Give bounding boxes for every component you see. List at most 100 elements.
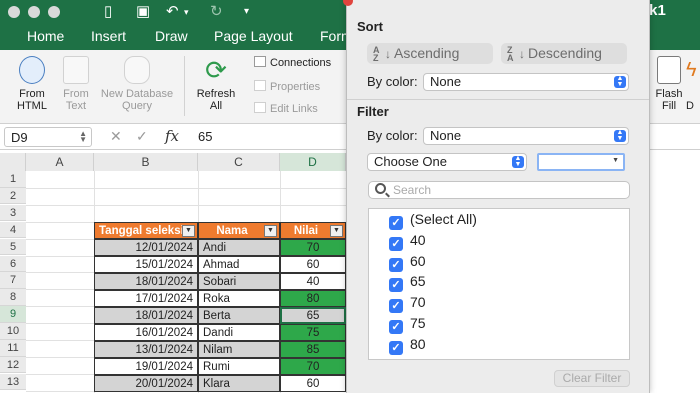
minimize-window-button[interactable] bbox=[28, 6, 40, 18]
score-cell[interactable]: 60 bbox=[280, 375, 346, 392]
header-cell-nama[interactable]: Nama ▼ bbox=[198, 222, 280, 239]
close-window-button[interactable] bbox=[8, 6, 20, 18]
date-cell[interactable]: 20/01/2024 bbox=[94, 375, 198, 392]
sort-ascending-button[interactable]: A Z ↓ Ascending bbox=[367, 43, 493, 64]
score-cell[interactable]: 70 bbox=[280, 358, 346, 375]
save-icon[interactable]: ▣ bbox=[136, 3, 150, 21]
sort-descending-button[interactable]: Z A ↓ Descending bbox=[501, 43, 627, 64]
date-cell[interactable]: 18/01/2024 bbox=[94, 307, 198, 324]
edit-links-button[interactable]: Edit Links bbox=[254, 102, 318, 115]
score-cell[interactable]: 85 bbox=[280, 341, 346, 358]
filter-value-item[interactable]: ✓ 70 bbox=[389, 293, 426, 314]
select-all-checkbox-item[interactable]: ✓ (Select All) bbox=[389, 210, 477, 230]
name-cell[interactable]: Dandi bbox=[198, 324, 280, 341]
name-box[interactable]: D9 ▲ ▼ bbox=[4, 127, 92, 147]
filter-dropdown-button[interactable]: ▼ bbox=[182, 225, 195, 237]
row-header-9[interactable]: 9 bbox=[0, 306, 26, 323]
date-cell[interactable]: 12/01/2024 bbox=[94, 239, 198, 256]
score-cell[interactable]: 75 bbox=[280, 324, 346, 341]
date-cell[interactable]: 19/01/2024 bbox=[94, 358, 198, 375]
checkbox-checked-icon[interactable]: ✓ bbox=[389, 257, 403, 272]
name-cell[interactable]: Klara bbox=[198, 375, 280, 392]
checkbox-checked-icon[interactable]: ✓ bbox=[389, 236, 403, 251]
filter-dropdown-button[interactable]: ▼ bbox=[264, 225, 277, 237]
undo-icon[interactable]: ↶ bbox=[166, 3, 179, 21]
select-all-corner[interactable] bbox=[0, 153, 26, 171]
date-cell[interactable]: 15/01/2024 bbox=[94, 256, 198, 273]
filter-value-item[interactable]: ✓85 bbox=[389, 356, 426, 359]
name-cell[interactable]: Andi bbox=[198, 239, 280, 256]
column-header-b[interactable]: B bbox=[94, 153, 198, 171]
row-header-6[interactable]: 6 bbox=[0, 255, 26, 273]
checkbox-checked-icon[interactable]: ✓ bbox=[389, 320, 403, 334]
filter-value-item[interactable]: ✓ 40 bbox=[389, 231, 426, 251]
score-cell[interactable]: 40 bbox=[280, 273, 346, 290]
score-cell[interactable]: 60 bbox=[280, 256, 346, 273]
name-cell[interactable]: Berta bbox=[198, 307, 280, 324]
checkbox-checked-icon[interactable]: ✓ bbox=[389, 278, 403, 293]
filter-dropdown-button[interactable]: ▼ bbox=[330, 225, 343, 237]
row-header-3[interactable]: 3 bbox=[0, 204, 26, 222]
checkbox-checked-icon[interactable]: ✓ bbox=[389, 299, 403, 314]
filter-values-list[interactable]: ✓ (Select All) ✓ 40 ✓ 60 ✓ 65 ✓ 70 ✓ 75 ✓ 80 ✓85 bbox=[368, 208, 630, 360]
filter-value-item[interactable]: ✓ 75 bbox=[389, 314, 426, 334]
row-header-2[interactable]: 2 bbox=[0, 187, 26, 205]
name-cell[interactable]: Roka bbox=[198, 290, 280, 307]
condition-select[interactable]: Choose One ▲ ▼ bbox=[367, 153, 527, 171]
tab-page-layout[interactable]: Page Layout bbox=[214, 28, 293, 44]
column-header-c[interactable]: C bbox=[198, 153, 280, 171]
new-database-query-button[interactable]: New Database Query bbox=[96, 56, 178, 112]
filter-value-item[interactable]: ✓ 60 bbox=[389, 252, 426, 272]
tab-draw[interactable]: Draw bbox=[155, 28, 188, 44]
cut-off-ribbon-button[interactable]: ϟ D bbox=[686, 56, 700, 112]
refresh-all-button[interactable]: ⟳ Refresh All bbox=[192, 56, 240, 112]
connections-button[interactable]: Connections bbox=[254, 56, 331, 69]
score-cell[interactable]: 65 bbox=[280, 307, 346, 324]
enter-check-icon[interactable]: ✓ bbox=[136, 128, 148, 145]
insert-function-button[interactable]: fx bbox=[165, 127, 179, 145]
tab-home[interactable]: Home bbox=[27, 28, 64, 44]
row-header-5[interactable]: 5 bbox=[0, 238, 26, 256]
row-header-10[interactable]: 10 bbox=[0, 323, 26, 340]
row-header-1[interactable]: 1 bbox=[0, 171, 26, 188]
flash-fill-button[interactable]: Flash Fill bbox=[652, 56, 686, 112]
formula-input[interactable]: 65 bbox=[198, 129, 212, 144]
score-cell[interactable]: 80 bbox=[280, 290, 346, 307]
sidebar-toggle-icon[interactable]: ▯ bbox=[104, 3, 112, 21]
zoom-window-button[interactable] bbox=[48, 6, 60, 18]
clear-filter-button[interactable]: Clear Filter bbox=[554, 370, 630, 387]
header-cell-nilai[interactable]: Nilai ▼ bbox=[280, 222, 346, 239]
row-header-11[interactable]: 11 bbox=[0, 340, 26, 357]
sort-by-color-select[interactable]: None ▲ ▼ bbox=[423, 73, 629, 91]
redo-icon[interactable]: ↻ bbox=[210, 3, 223, 21]
row-header-12[interactable]: 12 bbox=[0, 356, 26, 374]
date-cell[interactable]: 13/01/2024 bbox=[94, 341, 198, 358]
name-cell[interactable]: Sobari bbox=[198, 273, 280, 290]
search-input[interactable]: Search bbox=[368, 181, 630, 199]
filter-value-item[interactable]: ✓ 65 bbox=[389, 272, 426, 293]
date-cell[interactable]: 16/01/2024 bbox=[94, 324, 198, 341]
from-text-button[interactable]: From Text bbox=[56, 56, 96, 112]
checkbox-checked-icon[interactable]: ✓ bbox=[389, 340, 403, 355]
undo-dropdown-icon[interactable]: ▾ bbox=[184, 3, 189, 21]
name-cell[interactable]: Nilam bbox=[198, 341, 280, 358]
row-header-7[interactable]: 7 bbox=[0, 272, 26, 289]
score-cell[interactable]: 70 bbox=[280, 239, 346, 256]
popover-close-dot[interactable] bbox=[343, 0, 353, 6]
cancel-icon[interactable]: ✕ bbox=[110, 128, 122, 145]
column-header-d[interactable]: D bbox=[280, 153, 346, 171]
more-quick-access-icon[interactable]: ▾ bbox=[244, 3, 249, 21]
tab-insert[interactable]: Insert bbox=[91, 28, 126, 44]
date-cell[interactable]: 17/01/2024 bbox=[94, 290, 198, 307]
from-html-button[interactable]: From HTML bbox=[10, 56, 54, 112]
filter-value-item[interactable]: ✓ 80 bbox=[389, 335, 426, 355]
checkbox-checked-icon[interactable]: ✓ bbox=[389, 216, 403, 230]
name-cell[interactable]: Ahmad bbox=[198, 256, 280, 273]
column-header-a[interactable]: A bbox=[26, 153, 94, 171]
row-header-8[interactable]: 8 bbox=[0, 289, 26, 306]
name-box-stepper-icon[interactable]: ▲ ▼ bbox=[79, 130, 87, 144]
name-cell[interactable]: Rumi bbox=[198, 358, 280, 375]
header-cell-date[interactable]: Tanggal seleksi ▼ bbox=[94, 222, 198, 239]
row-header-4[interactable]: 4 bbox=[0, 221, 26, 239]
row-header-13[interactable]: 13 bbox=[0, 373, 26, 391]
